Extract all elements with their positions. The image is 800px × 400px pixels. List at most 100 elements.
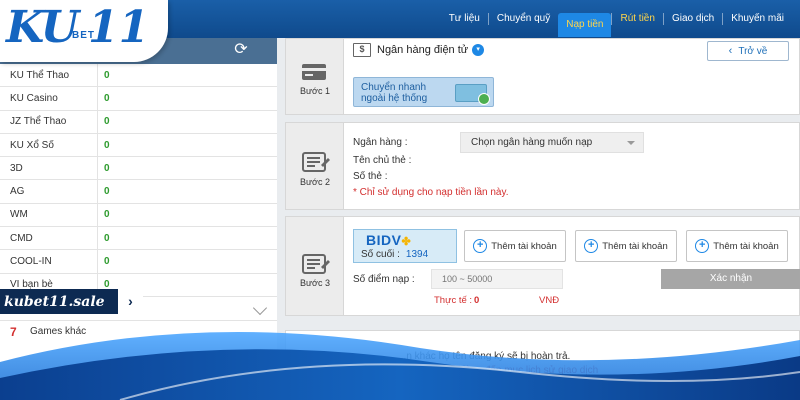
wallet-row: COOL-IN 0	[0, 250, 277, 274]
wallet-balance: 0	[104, 69, 110, 81]
wallet-balance: 0	[104, 256, 110, 268]
bidv-account-card[interactable]: BIDV✤ Số cuối : 1394	[353, 229, 457, 263]
games-other-label: Games khác	[30, 326, 87, 338]
step-label: Bước 3	[300, 278, 330, 288]
wallet-balance: 0	[104, 162, 110, 174]
wallet-row: WM 0	[0, 203, 277, 228]
bank-card-icon	[455, 84, 490, 105]
games-seven-icon: 7	[10, 324, 17, 339]
wallet-balance: 0	[104, 209, 110, 221]
bidv-star-icon: ✤	[401, 236, 412, 248]
actual-amount: Thực tế :0	[434, 295, 479, 306]
bank-method-title: Ngân hàng điện tử	[377, 44, 469, 56]
card-icon	[302, 64, 326, 80]
wallet-name: KU Casino	[0, 87, 98, 110]
step-1-panel: Bước 1 $ Ngân hàng điện tử ▾ ‹ Trở về Ch…	[285, 38, 800, 115]
bank-title-row[interactable]: $ Ngân hàng điện tử ▾	[353, 43, 485, 57]
history-notice: ...ng điểm, vui lòng đến mục lịch sử gia…	[398, 365, 598, 376]
wallet-row: KU Thể Thao 0	[0, 64, 277, 88]
wallet-balance: 0	[104, 139, 110, 151]
nav-item-nap-tien[interactable]: Nạp tiền	[558, 13, 612, 37]
dollar-monitor-icon: $	[353, 43, 371, 57]
back-button[interactable]: ‹ Trở về	[707, 41, 789, 61]
caret-down-icon: ▾	[472, 44, 485, 56]
logo-number: 11	[88, 2, 150, 53]
refresh-icon[interactable]: ⟳	[233, 42, 249, 58]
bidv-logo: BIDV✤	[366, 232, 411, 248]
add-account-label: Thêm tài khoản	[602, 240, 668, 252]
deposit-main: Bước 1 $ Ngân hàng điện tử ▾ ‹ Trở về Ch…	[285, 38, 800, 400]
form-icon	[302, 152, 330, 172]
history-prefix: ...ng điểm,	[398, 365, 445, 376]
bidv-name: BIDV	[366, 232, 402, 248]
promo-text: kubet11.sale	[4, 293, 105, 310]
promo-badge[interactable]: kubet11.sale ›	[0, 289, 143, 314]
one-time-note: * Chỉ sử dụng cho nạp tiền lần này.	[353, 187, 509, 198]
wallet-row: KU Xổ Số 0	[0, 133, 277, 158]
add-account-button[interactable]: + Thêm tài khoản	[464, 230, 566, 262]
last-digits-label: Số cuối :	[361, 249, 400, 260]
quick-transfer-label: Chuyển nhanh ngoài hệ thống	[361, 82, 428, 104]
step-tab: Bước 3	[286, 217, 344, 315]
add-account-label: Thêm tài khoản	[713, 240, 779, 252]
wallet-balance: 0	[104, 92, 110, 104]
refund-notice: ...n khác họ tên đăng ký sẽ bị hoàn trả.	[398, 351, 571, 362]
confirm-button[interactable]: Xác nhận	[661, 269, 800, 289]
deposit-amount-input[interactable]	[431, 269, 563, 289]
wallet-row: AG 0	[0, 180, 277, 204]
games-other-row[interactable]: 7 Games khác	[0, 321, 277, 343]
wallet-balance: 0	[104, 186, 110, 198]
nav-item-giao-dich[interactable]: Giao dịch	[662, 13, 722, 25]
wallet-balance: 0	[104, 232, 110, 244]
wallet-sidebar: ⟳ KU Thể Thao 0 KU Casino 0 JZ Thể Thao …	[0, 38, 277, 400]
add-account-button[interactable]: + Thêm tài khoản	[575, 230, 677, 262]
last-digits-value: 1394	[405, 249, 429, 260]
wallet-name: CMD	[0, 227, 98, 250]
wallet-row: KU Casino 0	[0, 87, 277, 111]
step-4-panel: ...n khác họ tên đăng ký sẽ bị hoàn trả.…	[285, 330, 800, 400]
wallet-name: 3D	[0, 157, 98, 180]
wallet-name: COOL-IN	[0, 250, 98, 273]
chevron-down-icon	[252, 300, 268, 316]
quick-transfer-option[interactable]: Chuyển nhanh ngoài hệ thống	[353, 77, 494, 107]
nav-item-rut-tien[interactable]: Rút tiền	[611, 13, 662, 25]
chevron-right-icon: ›	[118, 289, 143, 314]
card-number-label: Số thẻ :	[353, 171, 388, 182]
actual-label: Thực tế :	[434, 295, 473, 306]
wallet-balance: 0	[104, 116, 110, 128]
chevron-left-icon: ‹	[728, 45, 733, 57]
nav-menu: Tư liệu Chuyển quỹ Nạp tiền Rút tiền Gia…	[441, 0, 792, 38]
plus-circle-icon: +	[473, 239, 488, 253]
wallet-name: JZ Thể Thao	[0, 110, 98, 133]
back-label: Trở về	[738, 45, 768, 57]
actual-value: 0	[474, 295, 480, 306]
history-link[interactable]: vui lòng đến mục lịch sử giao dịch	[447, 365, 598, 376]
nav-item-chuyen-quy[interactable]: Chuyển quỹ	[487, 13, 558, 25]
kubet-logo[interactable]: KU BET 11	[0, 0, 168, 62]
wallet-name: KU Thể Thao	[0, 64, 98, 87]
currency-label: VNĐ	[539, 295, 560, 306]
step-tab: Bước 2	[286, 123, 344, 209]
bank-select[interactable]: Chọn ngân hàng muốn nạp	[460, 132, 644, 153]
wallet-row: 3D 0	[0, 157, 277, 181]
wallet-name: AG	[0, 180, 98, 203]
nav-item-tu-lieu[interactable]: Tư liệu	[441, 13, 488, 25]
deposit-amount-label: Số điểm nạp :	[353, 274, 415, 285]
holder-name-label: Tên chủ thẻ :	[353, 155, 412, 166]
step-label: Bước 1	[300, 86, 330, 96]
plus-circle-icon: +	[584, 239, 599, 253]
logo-ku: KU	[6, 2, 79, 53]
plus-circle-icon: +	[695, 239, 710, 253]
form-icon	[302, 254, 330, 274]
add-account-button[interactable]: + Thêm tài khoản	[686, 230, 788, 262]
bank-select-value: Chọn ngân hàng muốn nạp	[471, 137, 593, 148]
wallet-row: CMD 0	[0, 227, 277, 251]
step-2-panel: Bước 2 Ngân hàng : Chọn ngân hàng muốn n…	[285, 122, 800, 210]
wallet-row: JZ Thể Thao 0	[0, 110, 277, 134]
nav-item-khuyen-mai[interactable]: Khuyến mãi	[722, 13, 792, 25]
bidv-last-digits: Số cuối : 1394	[361, 249, 428, 260]
wallet-name: KU Xổ Số	[0, 133, 98, 157]
step-tab: Bước 1	[286, 39, 344, 114]
step-3-panel: Bước 3 BIDV✤ Số cuối : 1394 + Thêm tài kh…	[285, 216, 800, 316]
wallet-name: WM	[0, 203, 98, 227]
